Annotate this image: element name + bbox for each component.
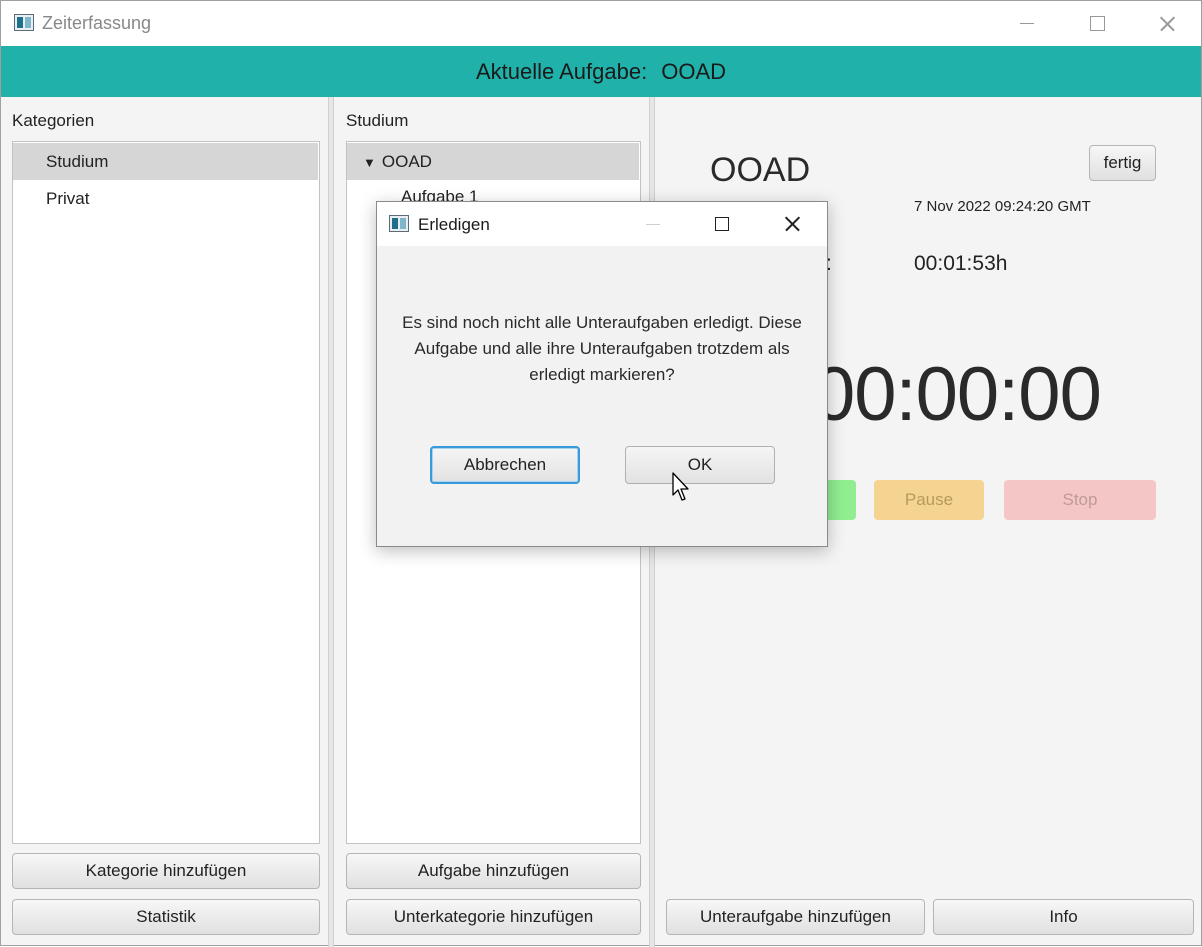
- maximize-button[interactable]: [1061, 1, 1131, 46]
- add-subtask-button[interactable]: Unteraufgabe hinzufügen: [666, 899, 925, 935]
- cancel-button[interactable]: Abbrechen: [430, 446, 580, 484]
- pause-button[interactable]: Pause: [874, 480, 984, 520]
- mouse-cursor-icon: [672, 472, 689, 501]
- expand-arrow-icon[interactable]: ▼: [363, 155, 376, 170]
- add-subcategory-button[interactable]: Unterkategorie hinzufügen: [346, 899, 641, 935]
- current-task-banner: Aktuelle Aufgabe: OOAD: [1, 46, 1201, 97]
- category-item-privat[interactable]: Privat: [13, 180, 318, 217]
- confirm-dialog: Erledigen Es sind noch nicht alle Untera…: [376, 201, 828, 547]
- splitter-1[interactable]: [328, 97, 334, 947]
- tasks-title: Studium: [346, 111, 409, 130]
- info-button[interactable]: Info: [933, 899, 1194, 935]
- dialog-close-button[interactable]: [757, 202, 827, 246]
- add-task-button[interactable]: Aufgabe hinzufügen: [346, 853, 641, 889]
- close-button[interactable]: [1131, 1, 1201, 46]
- categories-title: Kategorien: [12, 111, 95, 130]
- dialog-app-icon: [389, 215, 409, 232]
- start-date-value: 7 Nov 2022 09:24:20 GMT: [914, 198, 1091, 215]
- ok-button[interactable]: OK: [625, 446, 775, 484]
- stop-button[interactable]: Stop: [1004, 480, 1156, 520]
- category-label: Studium: [46, 152, 109, 171]
- window-title: Zeiterfassung: [42, 13, 152, 33]
- current-task-label: Aktuelle Aufgabe:: [475, 59, 648, 84]
- minimize-button[interactable]: [991, 1, 1061, 46]
- tree-node-label: OOAD: [381, 152, 432, 171]
- tree-node-ooad[interactable]: ▼ OOAD: [347, 143, 639, 180]
- dialog-title-bar: Erledigen: [377, 202, 827, 246]
- category-label: Privat: [46, 189, 90, 208]
- timer-display: 00:00:00: [813, 352, 1102, 437]
- duration-value: 00:01:53h: [914, 252, 1008, 275]
- category-item-studium[interactable]: Studium: [13, 143, 318, 180]
- categories-list[interactable]: Studium Privat: [12, 141, 320, 844]
- app-icon: [14, 14, 34, 31]
- done-button[interactable]: fertig: [1089, 145, 1156, 181]
- dialog-maximize-button[interactable]: [687, 202, 757, 246]
- task-detail-title: OOAD: [710, 151, 811, 189]
- dialog-minimize-button: [617, 202, 687, 246]
- main-window: Zeiterfassung Aktuelle Aufgabe: OOAD Kate…: [0, 0, 1202, 947]
- dialog-message: Es sind noch nicht alle Unteraufgaben er…: [402, 313, 802, 384]
- statistics-button[interactable]: Statistik: [12, 899, 320, 935]
- add-category-button[interactable]: Kategorie hinzufügen: [12, 853, 320, 889]
- dialog-title: Erledigen: [418, 215, 490, 234]
- title-bar: Zeiterfassung: [1, 1, 1201, 46]
- current-task-name: OOAD: [661, 59, 727, 84]
